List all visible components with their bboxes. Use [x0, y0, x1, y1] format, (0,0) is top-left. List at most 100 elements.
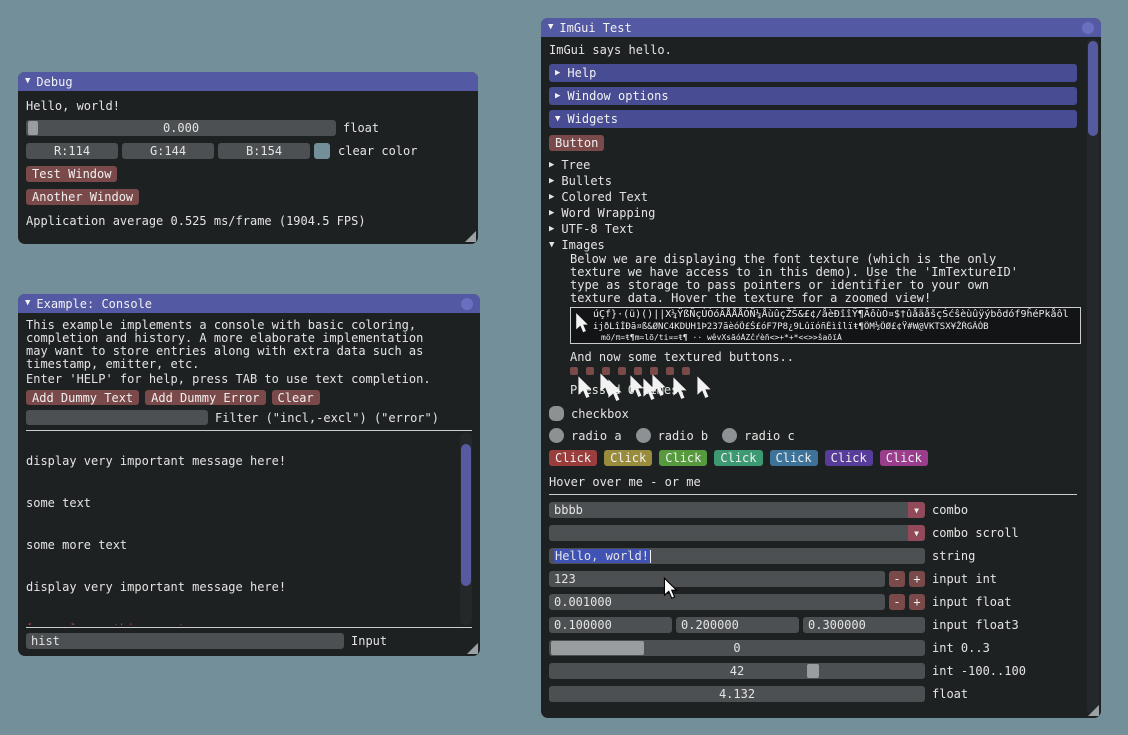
- texture-glyph-row: ijðLîÍÐã¤ß&ØNC4KDUH1Þ237ãèóÕ£Š£óF7P8¿9Lû…: [571, 321, 1080, 333]
- input-float-field[interactable]: 0.001000: [549, 594, 885, 610]
- textured-buttons-row: [570, 367, 1077, 375]
- combo-scroll-box[interactable]: ▼: [549, 525, 925, 541]
- resize-grip[interactable]: [465, 231, 476, 242]
- header-window-options[interactable]: ▶ Window options: [549, 87, 1077, 105]
- input-float-value: 0.001000: [554, 595, 612, 609]
- test-window-button[interactable]: Test Window: [26, 166, 117, 182]
- log-scrollbar[interactable]: [460, 433, 472, 625]
- combo-arrow-icon[interactable]: ▼: [908, 502, 925, 518]
- console-log-region[interactable]: display very important message here! som…: [26, 433, 472, 625]
- log-scrollbar-grab[interactable]: [461, 444, 471, 586]
- resize-grip[interactable]: [1088, 705, 1099, 716]
- filter-input[interactable]: [26, 410, 208, 425]
- textured-image-button[interactable]: [618, 367, 626, 375]
- debug-content: Hello, world! 0.000 float R:114 G:144 B:…: [18, 91, 478, 228]
- window-scrollbar-grab[interactable]: [1088, 41, 1098, 136]
- click-button-teal[interactable]: Click: [714, 450, 762, 466]
- close-button[interactable]: [461, 298, 473, 310]
- click-button-yellow[interactable]: Click: [604, 450, 652, 466]
- tree-node-label: Tree: [561, 158, 590, 172]
- window-scrollbar[interactable]: [1087, 39, 1099, 714]
- increment-button[interactable]: +: [909, 594, 925, 610]
- add-dummy-text-button[interactable]: Add Dummy Text: [26, 390, 139, 405]
- tree-node-word-wrapping[interactable]: ▶ Word Wrapping: [549, 205, 1077, 221]
- slider-int-0-3[interactable]: 0: [549, 640, 925, 656]
- slider-int-a-row: 0 int 0..3: [549, 640, 1077, 656]
- tree-node-colored-text[interactable]: ▶ Colored Text: [549, 189, 1077, 205]
- debug-titlebar[interactable]: ▼ Debug: [18, 72, 478, 91]
- tree-node-images[interactable]: ▼ Images: [549, 237, 1077, 253]
- close-button[interactable]: [1082, 22, 1094, 34]
- tree-node-label: Images: [561, 238, 604, 252]
- radio-row: radio a radio b radio c: [549, 428, 1077, 443]
- filter-label: Filter ("incl,-excl") ("error"): [215, 411, 439, 425]
- hover-tooltip-text[interactable]: Hover over me - or me: [549, 475, 1077, 489]
- textured-image-button[interactable]: [586, 367, 594, 375]
- combo-box[interactable]: bbbb ▼: [549, 502, 925, 518]
- log-line-error: [error] something went wrong: [26, 622, 456, 625]
- input-float3-field-y[interactable]: 0.200000: [676, 617, 799, 633]
- header-widgets[interactable]: ▼ Widgets: [549, 110, 1077, 128]
- selected-text: Hello, world!: [554, 549, 650, 563]
- input-float3-row: 0.100000 0.200000 0.300000 input float3: [549, 617, 1077, 633]
- add-dummy-error-button[interactable]: Add Dummy Error: [145, 390, 265, 405]
- combo-arrow-icon[interactable]: ▼: [908, 525, 925, 541]
- radio-button-a[interactable]: [549, 428, 564, 443]
- input-float3-field-z[interactable]: 0.300000: [803, 617, 925, 633]
- tree-node-bullets[interactable]: ▶ Bullets: [549, 173, 1077, 189]
- color-r-field[interactable]: R:114: [26, 143, 118, 159]
- console-input-label: Input: [351, 634, 387, 648]
- test-titlebar[interactable]: ▼ ImGui Test: [541, 18, 1101, 37]
- clear-color-swatch[interactable]: [314, 143, 330, 159]
- console-window: ▼ Example: Console This example implemen…: [18, 294, 480, 656]
- decrement-button[interactable]: -: [889, 594, 905, 610]
- console-command-input[interactable]: hist: [26, 633, 344, 649]
- texture-glyph-row: mö/π=ŧ¶m=lõ/ti¤=ŧ¶ ·· wêvXsãóÀZĉŕèñ<>+*+…: [571, 333, 1080, 343]
- log-line: display very important message here!: [26, 580, 456, 594]
- decrement-button[interactable]: -: [889, 571, 905, 587]
- textured-image-button[interactable]: [682, 367, 690, 375]
- button-widget[interactable]: Button: [549, 135, 604, 151]
- textured-image-button[interactable]: [570, 367, 578, 375]
- tree-node-tree[interactable]: ▶ Tree: [549, 157, 1077, 173]
- input-float3-field-x[interactable]: 0.100000: [549, 617, 672, 633]
- click-button-purple[interactable]: Click: [825, 450, 873, 466]
- float-slider[interactable]: 0.000: [26, 120, 336, 136]
- combo-scroll-label: combo scroll: [932, 526, 1019, 540]
- click-button-green[interactable]: Click: [659, 450, 707, 466]
- color-g-field[interactable]: G:144: [122, 143, 214, 159]
- string-text-input[interactable]: Hello, world!: [549, 548, 925, 564]
- console-titlebar[interactable]: ▼ Example: Console: [18, 294, 480, 313]
- radio-button-c[interactable]: [722, 428, 737, 443]
- header-help[interactable]: ▶ Help: [549, 64, 1077, 82]
- slider-float[interactable]: 4.132: [549, 686, 925, 702]
- chevron-right-icon: ▶: [549, 225, 554, 234]
- slider-int-neg100-100[interactable]: 42: [549, 663, 925, 679]
- chevron-right-icon: ▶: [555, 92, 560, 101]
- console-help-line: Enter 'HELP' for help, press TAB to use …: [26, 373, 472, 386]
- collapse-arrow-icon[interactable]: ▼: [25, 77, 30, 86]
- mouse-cursor: [663, 577, 678, 600]
- radio-button-b[interactable]: [636, 428, 651, 443]
- collapse-arrow-icon[interactable]: ▼: [25, 299, 30, 308]
- textured-image-button[interactable]: [666, 367, 674, 375]
- increment-button[interactable]: +: [909, 571, 925, 587]
- color-b-field[interactable]: B:154: [218, 143, 310, 159]
- font-texture-image[interactable]: úÇf}·(ü)()||X¼ŸßÑçÙÒóÂÅÅÅÓÑ¼ÅùûçŽŠ&£¢/åè…: [570, 307, 1081, 344]
- clear-color-label: clear color: [338, 144, 417, 158]
- collapse-arrow-icon[interactable]: ▼: [548, 23, 553, 32]
- another-window-button[interactable]: Another Window: [26, 189, 139, 205]
- click-button-red[interactable]: Click: [549, 450, 597, 466]
- button-row: Button: [549, 135, 1077, 151]
- slider-value: 42: [549, 664, 925, 678]
- click-button-blue[interactable]: Click: [770, 450, 818, 466]
- checkbox[interactable]: [549, 406, 564, 421]
- separator: [549, 494, 1077, 495]
- textured-image-button[interactable]: [650, 367, 658, 375]
- string-input-label: string: [932, 549, 975, 563]
- click-button-magenta[interactable]: Click: [880, 450, 928, 466]
- input-int-field[interactable]: 123: [549, 571, 885, 587]
- tree-node-utf8-text[interactable]: ▶ UTF-8 Text: [549, 221, 1077, 237]
- clear-button[interactable]: Clear: [272, 390, 320, 405]
- resize-grip[interactable]: [467, 643, 478, 654]
